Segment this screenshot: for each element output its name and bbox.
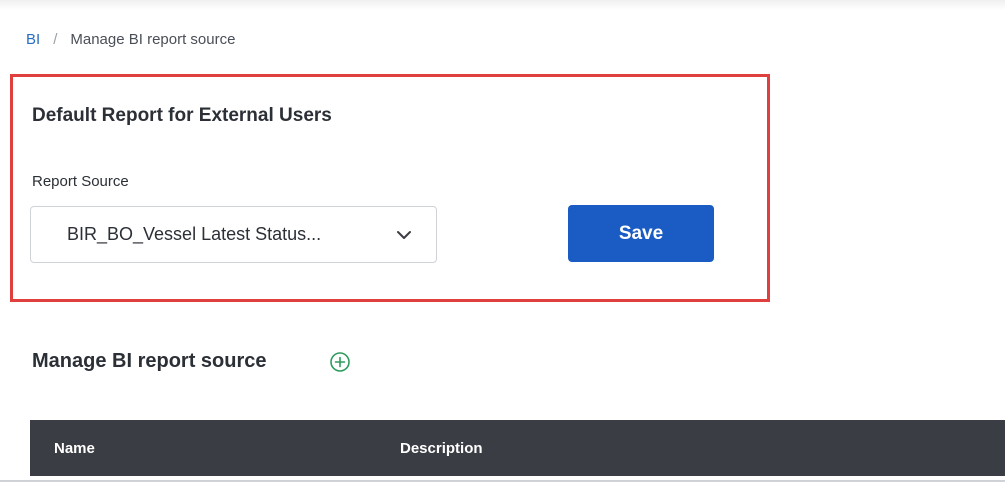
report-source-select[interactable]: BIR_BO_Vessel Latest Status...: [30, 206, 437, 263]
bottom-divider: [0, 480, 1005, 482]
breadcrumb-bi-link[interactable]: BI: [26, 31, 40, 48]
breadcrumb: BI / Manage BI report source: [26, 31, 235, 48]
report-source-selected-value: BIR_BO_Vessel Latest Status...: [67, 224, 322, 244]
column-header-name[interactable]: Name: [54, 440, 95, 457]
manage-section-title: Manage BI report source: [32, 350, 267, 372]
top-bar-shadow: [0, 0, 1005, 10]
save-button[interactable]: Save: [568, 205, 714, 262]
add-report-source-button[interactable]: [329, 351, 351, 373]
plus-circle-icon: [330, 352, 350, 372]
default-report-title: Default Report for External Users: [32, 105, 332, 126]
table-header: Name Description: [30, 420, 1005, 476]
report-source-label: Report Source: [32, 173, 129, 190]
breadcrumb-current: Manage BI report source: [70, 31, 236, 48]
chevron-down-icon: [390, 225, 418, 245]
column-header-description[interactable]: Description: [400, 440, 483, 457]
breadcrumb-separator: /: [53, 31, 58, 48]
